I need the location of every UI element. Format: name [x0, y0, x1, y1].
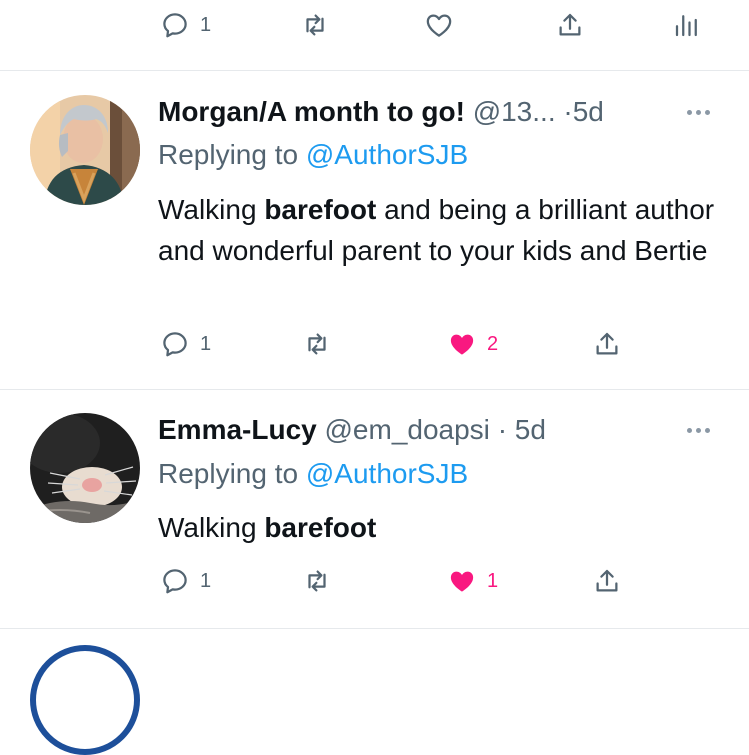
previous-tweet-actions: 1	[0, 5, 749, 45]
tweet-reply[interactable]: Morgan/A month to go! @13... ·5d Replyin…	[0, 95, 749, 375]
retweet-icon	[306, 14, 324, 36]
avatar[interactable]	[30, 413, 140, 523]
reply-count: 1	[200, 570, 212, 592]
like-count: 1	[487, 570, 499, 592]
reply-count: 1	[200, 333, 212, 355]
tweet-actions: 1 2	[0, 324, 749, 364]
retweet-button[interactable]	[302, 561, 332, 601]
reply-button[interactable]: 1	[160, 561, 211, 601]
tweet-text-bold: barefoot	[264, 512, 377, 543]
like-icon	[450, 334, 474, 355]
share-icon	[559, 13, 581, 36]
tweet-text-bold: barefoot	[264, 194, 377, 225]
more-icon[interactable]	[683, 413, 713, 447]
retweet-button[interactable]	[300, 5, 330, 45]
share-button[interactable]	[555, 5, 585, 45]
tweet-reply[interactable]: Emma-Lucy @em_doapsi · 5d Replying to @A…	[0, 413, 749, 628]
display-name[interactable]: Morgan/A month to go!	[158, 96, 465, 127]
analytics-button[interactable]	[672, 5, 702, 45]
share-icon	[596, 569, 618, 592]
mention-link[interactable]: @AuthorSJB	[306, 458, 468, 489]
mention-link[interactable]: @AuthorSJB	[306, 139, 468, 170]
share-icon	[596, 332, 618, 355]
replying-to: Replying to @AuthorSJB	[158, 138, 468, 172]
tweet-text-start: Walking	[158, 194, 265, 225]
avatar[interactable]	[30, 95, 140, 205]
tweet-text: Walking barefoot	[158, 507, 718, 548]
replying-to: Replying to @AuthorSJB	[158, 457, 468, 491]
like-icon	[426, 14, 452, 37]
replying-prefix: Replying to	[158, 458, 299, 489]
reply-button[interactable]: 1	[160, 5, 211, 45]
reply-icon	[163, 569, 187, 594]
divider	[0, 628, 749, 629]
tweet-text-start: Walking	[158, 512, 265, 543]
retweet-icon	[308, 570, 326, 592]
like-icon	[450, 571, 474, 592]
separator: ·	[563, 96, 573, 127]
like-button[interactable]: 2	[447, 324, 498, 364]
like-count: 2	[487, 333, 499, 355]
retweet-button[interactable]	[302, 324, 332, 364]
tweet-text: Walking barefoot and being a brilliant a…	[158, 189, 718, 271]
replying-prefix: Replying to	[158, 139, 299, 170]
user-handle[interactable]: @em_doapsi	[325, 414, 490, 445]
share-button[interactable]	[592, 561, 622, 601]
display-name[interactable]: Emma-Lucy	[158, 414, 317, 445]
reply-icon	[163, 13, 187, 38]
avatar-image	[30, 95, 140, 205]
retweet-icon	[308, 333, 326, 355]
divider	[0, 70, 749, 71]
tweet-header: Emma-Lucy @em_doapsi · 5d	[158, 413, 729, 447]
reply-count: 1	[200, 14, 212, 36]
share-button[interactable]	[592, 324, 622, 364]
tweet-header: Morgan/A month to go! @13... ·5d	[158, 95, 729, 129]
user-handle[interactable]: @13...	[473, 96, 556, 127]
timestamp[interactable]: 5d	[515, 414, 546, 445]
like-button[interactable]	[424, 5, 454, 45]
reply-button[interactable]: 1	[160, 324, 211, 364]
timestamp[interactable]: 5d	[573, 96, 604, 127]
more-icon[interactable]	[683, 95, 713, 129]
analytics-icon	[675, 15, 697, 37]
next-tweet-avatar[interactable]	[30, 645, 140, 755]
divider	[0, 389, 749, 390]
separator: ·	[497, 414, 508, 445]
like-button[interactable]: 1	[447, 561, 498, 601]
tweet-actions: 1 1	[0, 561, 749, 601]
reply-icon	[163, 332, 187, 357]
avatar-image	[30, 413, 140, 523]
